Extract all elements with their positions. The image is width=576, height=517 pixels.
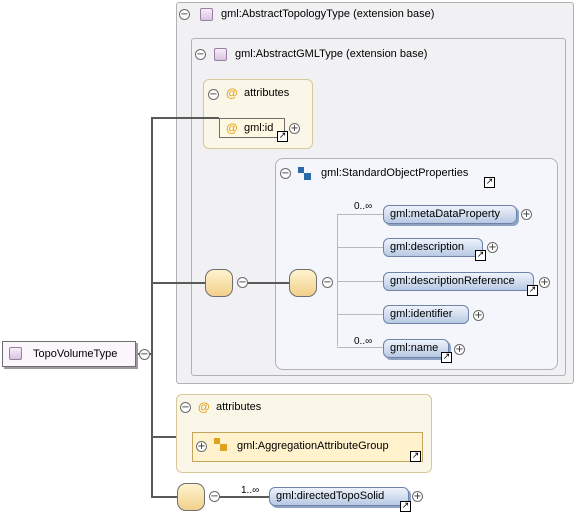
- sequence-collapse-icon[interactable]: −: [322, 277, 333, 288]
- attribute-icon: @: [198, 400, 210, 414]
- connector-line: [337, 247, 383, 248]
- element-label: gml:directedTopoSolid: [276, 490, 385, 502]
- attributes-title: attributes: [244, 87, 290, 99]
- attribute-icon: @: [226, 121, 238, 135]
- sequence-compositor-icon[interactable]: [289, 269, 317, 297]
- element-label: gml:identifier: [390, 308, 453, 320]
- group-icon: [298, 167, 312, 181]
- link-icon[interactable]: ↗: [527, 285, 538, 296]
- expand-icon[interactable]: +: [473, 310, 484, 321]
- group-expand-icon[interactable]: +: [196, 441, 207, 452]
- connector-line: [337, 214, 338, 346]
- aggregation-group-label: gml:AggregationAttributeGroup: [237, 440, 389, 452]
- cardinality-label: 0..∞: [354, 336, 373, 347]
- attribute-group-icon: [214, 438, 228, 452]
- expand-icon[interactable]: +: [412, 491, 423, 502]
- connector-line: [337, 347, 383, 348]
- complex-type-icon: [9, 347, 22, 360]
- link-icon[interactable]: ↗: [400, 501, 411, 512]
- abstract-gml-collapse-icon[interactable]: −: [195, 49, 206, 60]
- directed-topo-solid-element[interactable]: gml:directedTopoSolid: [269, 487, 409, 506]
- element-label: gml:metaDataProperty: [390, 208, 501, 220]
- std-props-collapse-icon[interactable]: −: [280, 168, 291, 179]
- name-element[interactable]: gml:name: [383, 339, 449, 358]
- expand-icon[interactable]: +: [539, 277, 550, 288]
- expand-icon[interactable]: +: [487, 242, 498, 253]
- link-icon[interactable]: ↗: [441, 352, 452, 363]
- attribute-icon: @: [226, 86, 238, 100]
- std-props-label: gml:StandardObjectProperties: [321, 167, 469, 179]
- link-icon[interactable]: ↗: [475, 250, 486, 261]
- root-type-label: TopoVolumeType: [33, 348, 118, 360]
- connector-line: [151, 496, 177, 498]
- description-element[interactable]: gml:description: [383, 238, 483, 257]
- gml-id-label: gml:id: [244, 122, 274, 134]
- element-label: gml:name: [390, 342, 439, 354]
- outer-attributes-collapse-icon[interactable]: −: [180, 402, 191, 413]
- connector-line: [337, 281, 383, 282]
- sequence-compositor-icon[interactable]: [205, 269, 233, 297]
- outer-attributes-title: attributes: [216, 401, 262, 413]
- link-icon[interactable]: ↗: [484, 177, 495, 188]
- connector-line: [151, 282, 205, 284]
- element-label: gml:description: [390, 241, 464, 253]
- metadata-property-element[interactable]: gml:metaDataProperty: [383, 205, 517, 224]
- sequence-collapse-icon[interactable]: −: [209, 491, 220, 502]
- complex-type-icon: [214, 48, 227, 61]
- cardinality-label: 0..∞: [354, 201, 373, 212]
- connector-line: [151, 117, 219, 119]
- abstract-topology-label: gml:AbstractTopologyType (extension base…: [221, 8, 435, 20]
- link-icon[interactable]: ↗: [410, 451, 421, 462]
- identifier-element[interactable]: gml:identifier: [383, 305, 469, 324]
- connector-line: [337, 314, 383, 315]
- element-label: gml:descriptionReference: [390, 275, 515, 287]
- abstract-topology-collapse-icon[interactable]: −: [179, 9, 190, 20]
- link-icon[interactable]: ↗: [277, 131, 288, 142]
- connector-line: [247, 282, 289, 284]
- expand-icon[interactable]: +: [289, 123, 300, 134]
- root-collapse-icon[interactable]: −: [139, 349, 150, 360]
- connector-line: [151, 117, 153, 497]
- expand-icon[interactable]: +: [454, 344, 465, 355]
- complex-type-icon: [200, 8, 213, 21]
- description-reference-element[interactable]: gml:descriptionReference: [383, 272, 534, 291]
- abstract-gml-label: gml:AbstractGMLType (extension base): [235, 48, 428, 60]
- expand-icon[interactable]: +: [521, 209, 532, 220]
- connector-line: [219, 496, 269, 498]
- sequence-collapse-icon[interactable]: −: [237, 277, 248, 288]
- sequence-compositor-icon[interactable]: [177, 483, 205, 511]
- cardinality-label: 1..∞: [241, 485, 260, 496]
- attributes-collapse-icon[interactable]: −: [208, 89, 219, 100]
- connector-line: [337, 214, 383, 215]
